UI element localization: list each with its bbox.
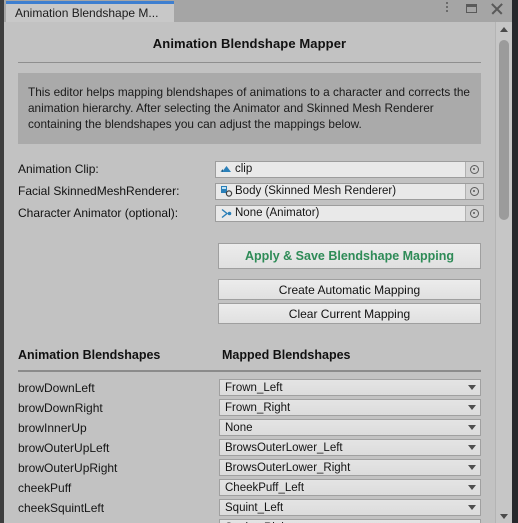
create-automatic-mapping-button[interactable]: Create Automatic Mapping bbox=[218, 279, 481, 300]
title-divider bbox=[18, 62, 481, 63]
mapped-blendshape-dropdown[interactable]: Squint_Left bbox=[219, 499, 481, 516]
scroll-down-arrow-icon[interactable] bbox=[496, 509, 512, 523]
character-animator-value: None (Animator) bbox=[235, 207, 320, 219]
tab-animation-blendshape-mapper[interactable]: Animation Blendshape M... bbox=[6, 1, 174, 22]
maximize-icon[interactable] bbox=[465, 1, 479, 15]
mapped-blendshape-value: Frown_Right bbox=[225, 401, 291, 414]
blendshape-name: browDownRight bbox=[18, 400, 103, 415]
more-options-icon[interactable] bbox=[440, 1, 454, 16]
skinned-mesh-renderer-icon bbox=[219, 185, 233, 198]
help-box: This editor helps mapping blendshapes of… bbox=[18, 73, 481, 144]
animation-clip-icon bbox=[219, 163, 233, 176]
animation-clip-field[interactable]: clip bbox=[215, 160, 484, 178]
editor-window: Animation Blendshape M... Animation Blen… bbox=[0, 0, 512, 523]
blendshape-name: browOuterUpRight bbox=[18, 460, 118, 475]
chevron-down-icon bbox=[468, 385, 476, 390]
mapped-blendshape-dropdown[interactable]: Squint_Right bbox=[219, 519, 481, 523]
field-row-skinned-mesh-renderer: Facial SkinnedMeshRenderer: Body (Skinne… bbox=[15, 182, 484, 200]
animation-clip-value: clip bbox=[235, 163, 253, 175]
field-row-character-animator: Character Animator (optional): None (Ani… bbox=[15, 204, 484, 222]
kebab-dot bbox=[446, 5, 448, 8]
scrollbar-thumb[interactable] bbox=[499, 40, 509, 220]
action-buttons: Apply & Save Blendshape Mapping Create A… bbox=[218, 243, 481, 324]
kebab-dot bbox=[446, 1, 448, 4]
scroll-pane: Animation Blendshape Mapper This editor … bbox=[4, 22, 495, 523]
mapped-blendshape-dropdown[interactable]: Frown_Right bbox=[219, 399, 481, 416]
mapped-blendshape-value: BrowsOuterLower_Right bbox=[225, 461, 351, 474]
animation-clip-label: Animation Clip: bbox=[18, 162, 99, 176]
mapped-blendshape-dropdown[interactable]: BrowsOuterLower_Left bbox=[219, 439, 481, 456]
chevron-down-icon bbox=[468, 405, 476, 410]
kebab-dot bbox=[446, 9, 448, 12]
table-row: browOuterUpLeft BrowsOuterLower_Left bbox=[15, 439, 484, 456]
clear-current-mapping-button[interactable]: Clear Current Mapping bbox=[218, 303, 481, 324]
header-animation-blendshapes: Animation Blendshapes bbox=[18, 348, 161, 362]
table-row: cheekSquintLeft Squint_Left bbox=[15, 499, 484, 516]
vertical-scrollbar[interactable] bbox=[495, 22, 512, 523]
table-row: cheekSquintRightSquint_Right bbox=[15, 519, 484, 523]
mapped-blendshape-dropdown[interactable]: Frown_Left bbox=[219, 379, 481, 396]
skinned-mesh-renderer-label: Facial SkinnedMeshRenderer: bbox=[18, 184, 180, 198]
window-controls bbox=[440, 0, 512, 22]
blendshape-rows: browDownLeft Frown_Left browDownRight Frown… bbox=[15, 379, 484, 523]
page-title: Animation Blendshape Mapper bbox=[152, 36, 347, 51]
blendshape-name: cheekSquintLeft bbox=[18, 500, 105, 515]
mapped-blendshape-dropdown[interactable]: None bbox=[219, 419, 481, 436]
mapped-blendshape-value: BrowsOuterLower_Left bbox=[225, 441, 343, 454]
chevron-down-icon bbox=[468, 465, 476, 470]
chevron-down-icon bbox=[468, 505, 476, 510]
blendshape-name: browDownLeft bbox=[18, 380, 95, 395]
apply-save-blendshape-mapping-button[interactable]: Apply & Save Blendshape Mapping bbox=[218, 243, 481, 269]
character-animator-label: Character Animator (optional): bbox=[18, 206, 179, 220]
object-picker-icon[interactable] bbox=[465, 183, 483, 199]
scrollbar-track[interactable] bbox=[496, 36, 512, 509]
skinned-mesh-renderer-field[interactable]: Body (Skinned Mesh Renderer) bbox=[215, 182, 484, 200]
mapped-blendshape-value: Frown_Left bbox=[225, 381, 283, 394]
scroll-up-arrow-icon[interactable] bbox=[496, 22, 512, 36]
mapped-blendshape-dropdown[interactable]: CheekPuff_Left bbox=[219, 479, 481, 496]
object-picker-icon[interactable] bbox=[465, 161, 483, 177]
table-row: browDownLeft Frown_Left bbox=[15, 379, 484, 396]
table-row: cheekPuff CheekPuff_Left bbox=[15, 479, 484, 496]
chevron-down-icon bbox=[468, 445, 476, 450]
window-content: Animation Blendshape Mapper This editor … bbox=[4, 22, 512, 523]
table-column-headers: Animation Blendshapes Mapped Blendshapes bbox=[15, 348, 484, 362]
header-divider bbox=[18, 370, 481, 372]
character-animator-field[interactable]: None (Animator) bbox=[215, 204, 484, 222]
mapped-blendshape-dropdown[interactable]: BrowsOuterLower_Right bbox=[219, 459, 481, 476]
mapped-blendshape-value: CheekPuff_Left bbox=[225, 481, 305, 494]
chevron-down-icon bbox=[468, 485, 476, 490]
object-picker-icon[interactable] bbox=[465, 205, 483, 221]
skinned-mesh-renderer-value: Body (Skinned Mesh Renderer) bbox=[235, 185, 397, 197]
header-mapped-blendshapes: Mapped Blendshapes bbox=[222, 348, 351, 362]
mapped-blendshape-value: Squint_Left bbox=[225, 501, 284, 514]
mapped-blendshape-value: None bbox=[225, 421, 253, 434]
blendshape-name: browOuterUpLeft bbox=[18, 440, 110, 455]
close-icon[interactable] bbox=[490, 1, 504, 15]
inner-content: Animation Blendshape Mapper This editor … bbox=[4, 22, 495, 523]
chevron-down-icon bbox=[468, 425, 476, 430]
table-row: browDownRight Frown_Right bbox=[15, 399, 484, 416]
animator-icon bbox=[219, 207, 233, 220]
blendshape-name: browInnerUp bbox=[18, 420, 87, 435]
blendshape-name: cheekPuff bbox=[18, 480, 72, 495]
window-tab-bar: Animation Blendshape M... bbox=[4, 0, 512, 22]
field-row-animation-clip: Animation Clip: clip bbox=[15, 160, 484, 178]
backdrop-right-strip bbox=[512, 0, 518, 523]
table-row: browOuterUpRight BrowsOuterLower_Right bbox=[15, 459, 484, 476]
tab-label: Animation Blendshape M... bbox=[15, 6, 159, 20]
table-row: browInnerUp None bbox=[15, 419, 484, 436]
